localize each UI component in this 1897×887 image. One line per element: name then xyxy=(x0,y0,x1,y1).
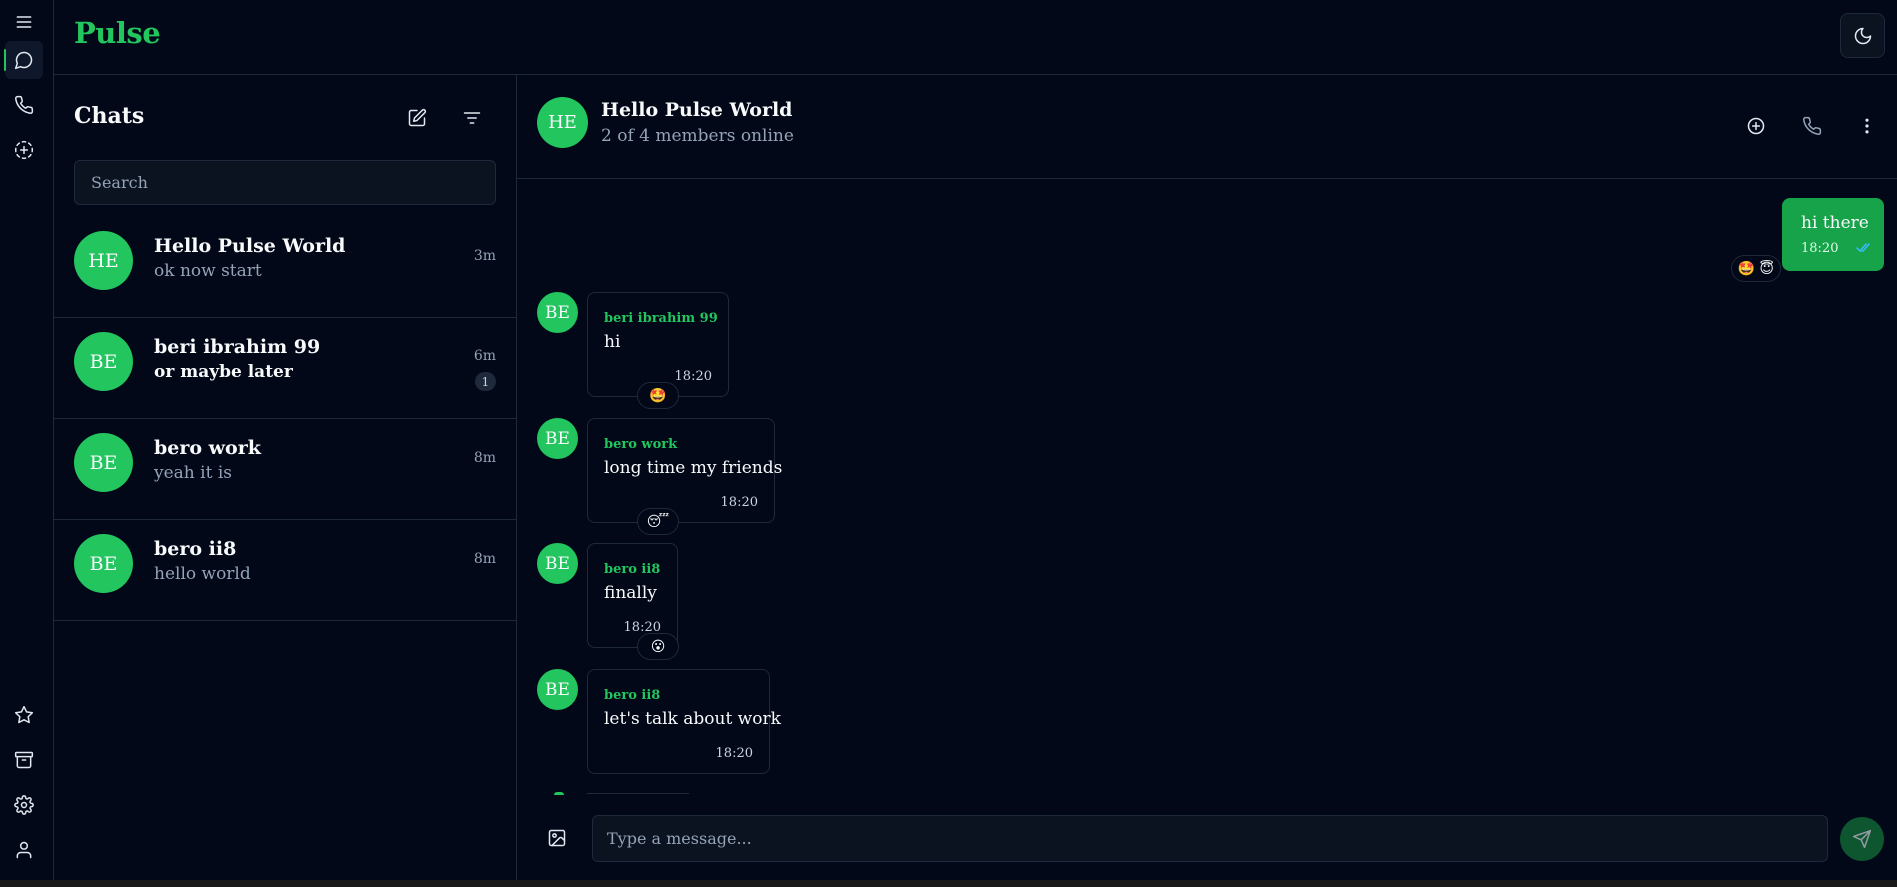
chat-name: bero work xyxy=(154,437,261,459)
chat-preview: yeah it is xyxy=(154,463,232,483)
conversation-panel: HE Hello Pulse World 2 of 4 members onli… xyxy=(517,75,1897,880)
phone-icon xyxy=(1803,116,1822,135)
message-composer xyxy=(517,795,1897,880)
send-button[interactable] xyxy=(1840,817,1884,861)
sender-name: bero ii8 xyxy=(604,688,661,703)
unread-badge: 1 xyxy=(475,372,496,391)
more-vertical-icon xyxy=(1865,118,1869,134)
message-bubble[interactable]: bero work long time my friends 18:20 xyxy=(587,418,783,523)
chat-bubble-icon xyxy=(14,51,33,70)
chat-list-item[interactable]: HE Hello Pulse World ok now start 3m xyxy=(54,218,516,318)
message-text: hi there xyxy=(1801,213,1869,233)
members-online-status: 2 of 4 members online xyxy=(601,126,794,146)
avatar: HE xyxy=(74,231,133,290)
nav-calls[interactable] xyxy=(5,86,43,124)
star-icon xyxy=(14,705,34,724)
message-text: hi xyxy=(604,332,621,352)
chat-preview: hello world xyxy=(154,564,251,584)
nav-status[interactable] xyxy=(5,131,43,169)
chat-name: Hello Pulse World xyxy=(154,235,346,257)
window-bottom-edge xyxy=(0,880,1897,887)
chat-time: 6m xyxy=(473,348,496,364)
chat-list-item[interactable]: BE bero work yeah it is 8m xyxy=(54,420,516,520)
group-avatar[interactable]: HE xyxy=(537,97,588,148)
conversation-header: HE Hello Pulse World 2 of 4 members onli… xyxy=(517,75,1897,179)
avatar: BE xyxy=(537,543,578,584)
status-icon xyxy=(14,140,34,160)
chat-list-panel: Chats HE Hello Pulse World ok now start … xyxy=(54,75,517,880)
chat-list-item[interactable]: BE beri ibrahim 99 or maybe later 6m 1 xyxy=(54,319,516,419)
theme-toggle-button[interactable] xyxy=(1840,13,1885,58)
message-text: let's talk about work xyxy=(604,709,781,729)
attach-image-button[interactable] xyxy=(547,828,567,848)
reaction-pill[interactable]: 😮 xyxy=(637,633,679,660)
call-button[interactable] xyxy=(1795,109,1829,143)
moon-icon xyxy=(1854,27,1871,44)
chats-title: Chats xyxy=(74,103,145,129)
chat-preview: or maybe later xyxy=(154,362,293,382)
chat-time: 8m xyxy=(473,551,496,567)
reaction-pill[interactable]: 🤩 😇 xyxy=(1730,255,1781,282)
message-text: finally xyxy=(604,583,657,603)
message-time: 18:20 xyxy=(720,495,758,510)
archive-icon xyxy=(14,751,34,769)
edit-icon xyxy=(408,108,427,127)
sender-name: beri ibrahim 99 xyxy=(604,311,718,326)
chat-time: 8m xyxy=(473,450,496,466)
reaction-pill[interactable]: 🤩 xyxy=(637,382,679,409)
read-receipt-icon xyxy=(1856,243,1870,253)
message-text: long time my friends xyxy=(604,458,783,478)
sender-name: bero ii8 xyxy=(604,562,661,577)
message-time: 18:20 xyxy=(715,746,753,761)
nav-settings[interactable] xyxy=(5,786,43,824)
chat-preview: ok now start xyxy=(154,261,262,281)
menu-icon xyxy=(16,16,32,28)
avatar: BE xyxy=(537,292,578,333)
avatar: BE xyxy=(537,669,578,710)
nav-profile[interactable] xyxy=(5,831,43,869)
gear-icon xyxy=(14,795,34,815)
nav-starred[interactable] xyxy=(5,696,43,734)
nav-chats[interactable] xyxy=(4,41,43,79)
filter-button[interactable] xyxy=(455,101,489,135)
message-input[interactable] xyxy=(592,815,1828,862)
app-logo: Pulse xyxy=(74,16,161,50)
message-list[interactable]: hi there 18:20 🤩 😇 BE beri ibrahim 99 hi… xyxy=(517,179,1897,795)
menu-button[interactable] xyxy=(5,3,43,41)
new-chat-button[interactable] xyxy=(400,101,434,135)
message-bubble[interactable]: bero ii8 let's talk about work 18:20 xyxy=(587,669,781,774)
reaction-pill[interactable]: 😴 xyxy=(637,508,679,535)
chat-list-item[interactable]: BE bero ii8 hello world 8m xyxy=(54,521,516,621)
avatar: BE xyxy=(74,332,133,391)
send-icon xyxy=(1852,829,1872,849)
avatar: BE xyxy=(74,534,133,593)
message-time: 18:20 xyxy=(674,369,712,384)
avatar: BE xyxy=(74,433,133,492)
nav-rail xyxy=(0,0,54,880)
chat-name: bero ii8 xyxy=(154,538,237,560)
message-time: 18:20 xyxy=(1801,241,1839,256)
user-icon xyxy=(16,841,32,859)
add-member-button[interactable] xyxy=(1739,109,1773,143)
phone-icon xyxy=(15,95,34,114)
top-bar: Pulse xyxy=(54,0,1897,75)
conversation-title[interactable]: Hello Pulse World xyxy=(601,99,792,121)
image-icon xyxy=(548,829,566,847)
sender-name: bero work xyxy=(604,437,678,452)
nav-archive[interactable] xyxy=(5,741,43,779)
search-input[interactable] xyxy=(74,160,496,205)
plus-circle-icon xyxy=(1747,117,1765,135)
chat-time: 3m xyxy=(473,248,496,264)
own-message-bubble[interactable]: hi there 18:20 xyxy=(1782,198,1884,271)
chat-name: beri ibrahim 99 xyxy=(154,336,321,358)
avatar: BE xyxy=(537,418,578,459)
filter-icon xyxy=(463,112,481,124)
more-options-button[interactable] xyxy=(1850,109,1884,143)
